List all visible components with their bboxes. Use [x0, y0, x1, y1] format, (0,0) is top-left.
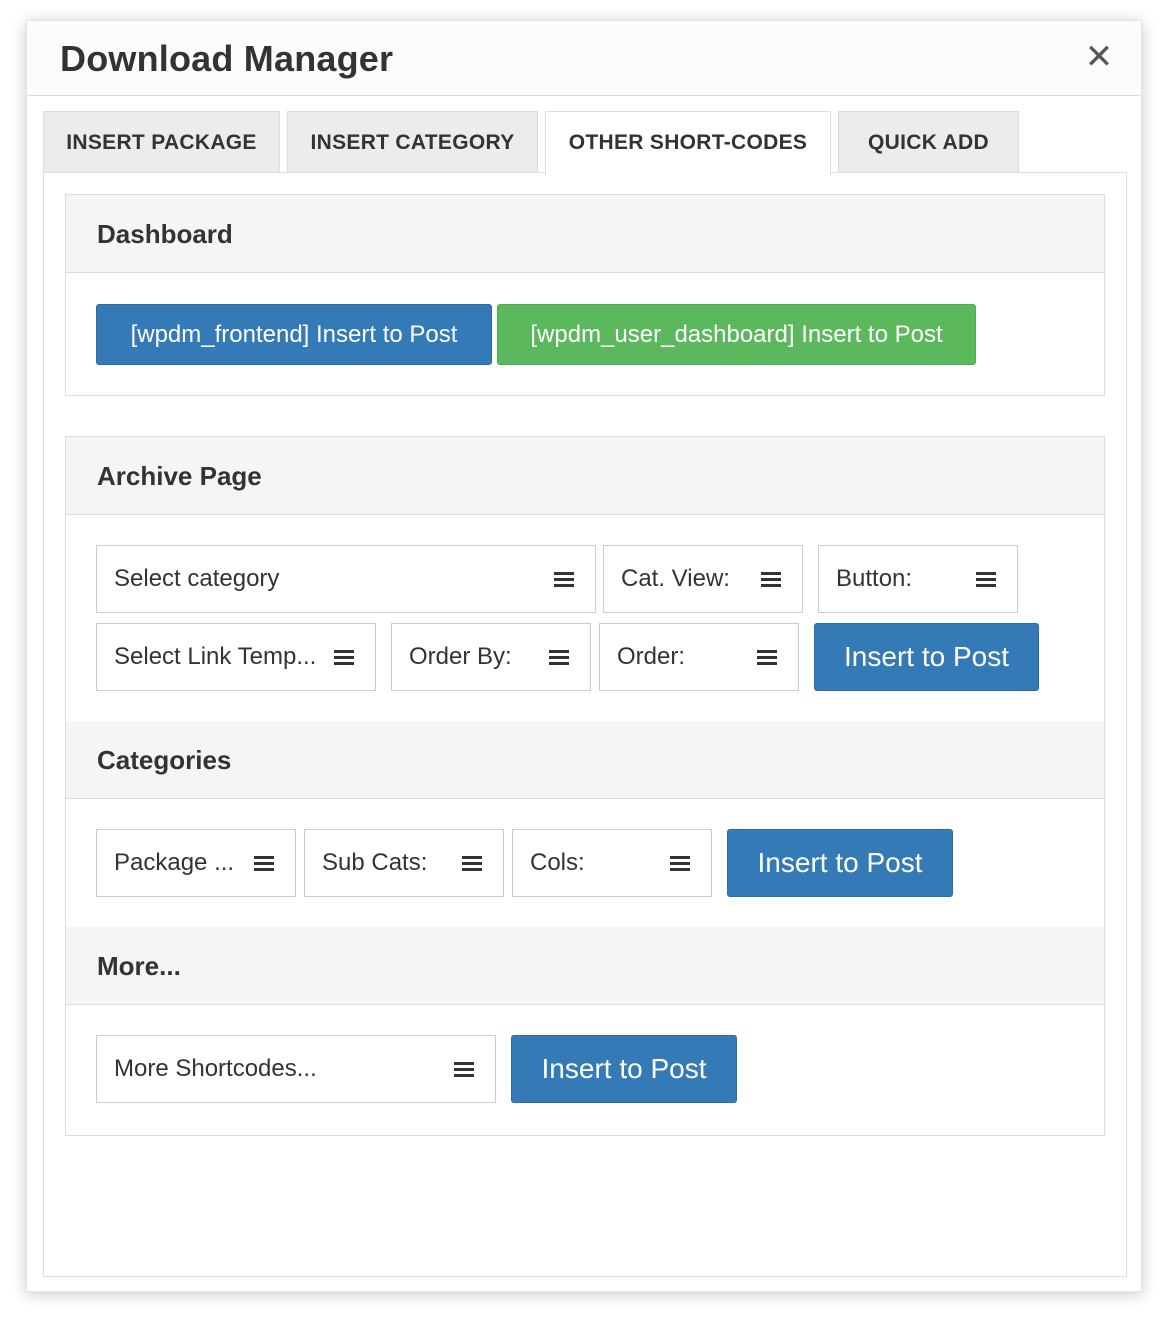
dashboard-heading-text: Dashboard: [97, 219, 233, 249]
sub-cats-label: Sub Cats:: [322, 849, 428, 876]
dashboard-heading: Dashboard: [66, 195, 1104, 273]
more-shortcodes-label: More Shortcodes...: [114, 1055, 317, 1082]
tab-quick-add[interactable]: QUICK ADD: [838, 111, 1019, 173]
hamburger-icon: [462, 856, 482, 871]
tab-insert-package[interactable]: INSERT PACKAGE: [43, 111, 280, 173]
cols-label: Cols:: [530, 849, 585, 876]
more-heading: More...: [66, 927, 1104, 1005]
more-insert-button[interactable]: Insert to Post: [511, 1035, 737, 1103]
archive-insert-button[interactable]: Insert to Post: [814, 623, 1039, 691]
more-heading-text: More...: [97, 951, 181, 981]
tab-other-short-codes[interactable]: OTHER SHORT-CODES: [545, 111, 831, 175]
wpdm-user-dashboard-insert-button[interactable]: [wpdm_user_dashboard] Insert to Post: [497, 304, 976, 365]
tab-insert-category[interactable]: INSERT CATEGORY: [287, 111, 538, 173]
package-dropdown[interactable]: Package ...: [96, 829, 296, 897]
archive-page-heading-text: Archive Page: [97, 461, 262, 491]
close-icon[interactable]: ✕: [1083, 37, 1115, 77]
link-template-dropdown[interactable]: Select Link Temp...: [96, 623, 376, 691]
categories-heading-text: Categories: [97, 745, 232, 775]
sub-cats-dropdown[interactable]: Sub Cats:: [304, 829, 504, 897]
categories-heading: Categories: [66, 721, 1104, 799]
hamburger-icon: [549, 650, 569, 665]
order-by-label: Order By:: [409, 643, 512, 670]
button-style-dropdown[interactable]: Button:: [818, 545, 1018, 613]
download-manager-dialog: Download Manager ✕ INSERT PACKAGE INSERT…: [26, 20, 1142, 1292]
more-shortcodes-dropdown[interactable]: More Shortcodes...: [96, 1035, 496, 1103]
order-label: Order:: [617, 643, 686, 670]
cols-dropdown[interactable]: Cols:: [512, 829, 712, 897]
dialog-title: Download Manager: [60, 38, 394, 79]
package-label: Package ...: [114, 849, 235, 876]
archive-page-heading: Archive Page: [66, 437, 1104, 515]
hamburger-icon: [254, 856, 274, 871]
other-short-codes-pane: Dashboard [wpdm_frontend] Insert to Post…: [43, 172, 1127, 1277]
dialog-titlebar: Download Manager ✕: [27, 21, 1141, 96]
order-by-dropdown[interactable]: Order By:: [391, 623, 591, 691]
select-category-dropdown[interactable]: Select category: [96, 545, 596, 613]
hamburger-icon: [670, 856, 690, 871]
select-category-label: Select category: [114, 565, 280, 592]
cat-view-dropdown[interactable]: Cat. View:: [603, 545, 803, 613]
archive-panel: Archive Page Select category Cat. View: …: [65, 436, 1105, 1136]
order-dropdown[interactable]: Order:: [599, 623, 799, 691]
hamburger-icon: [554, 572, 574, 587]
wpdm-frontend-insert-button[interactable]: [wpdm_frontend] Insert to Post: [96, 304, 492, 365]
hamburger-icon: [757, 650, 777, 665]
hamburger-icon: [334, 650, 354, 665]
hamburger-icon: [976, 572, 996, 587]
hamburger-icon: [454, 1062, 474, 1077]
dashboard-panel: Dashboard [wpdm_frontend] Insert to Post…: [65, 194, 1105, 396]
button-style-label: Button:: [836, 565, 913, 592]
hamburger-icon: [761, 572, 781, 587]
categories-insert-button[interactable]: Insert to Post: [727, 829, 953, 897]
link-template-label: Select Link Temp...: [114, 643, 317, 670]
cat-view-label: Cat. View:: [621, 565, 730, 592]
